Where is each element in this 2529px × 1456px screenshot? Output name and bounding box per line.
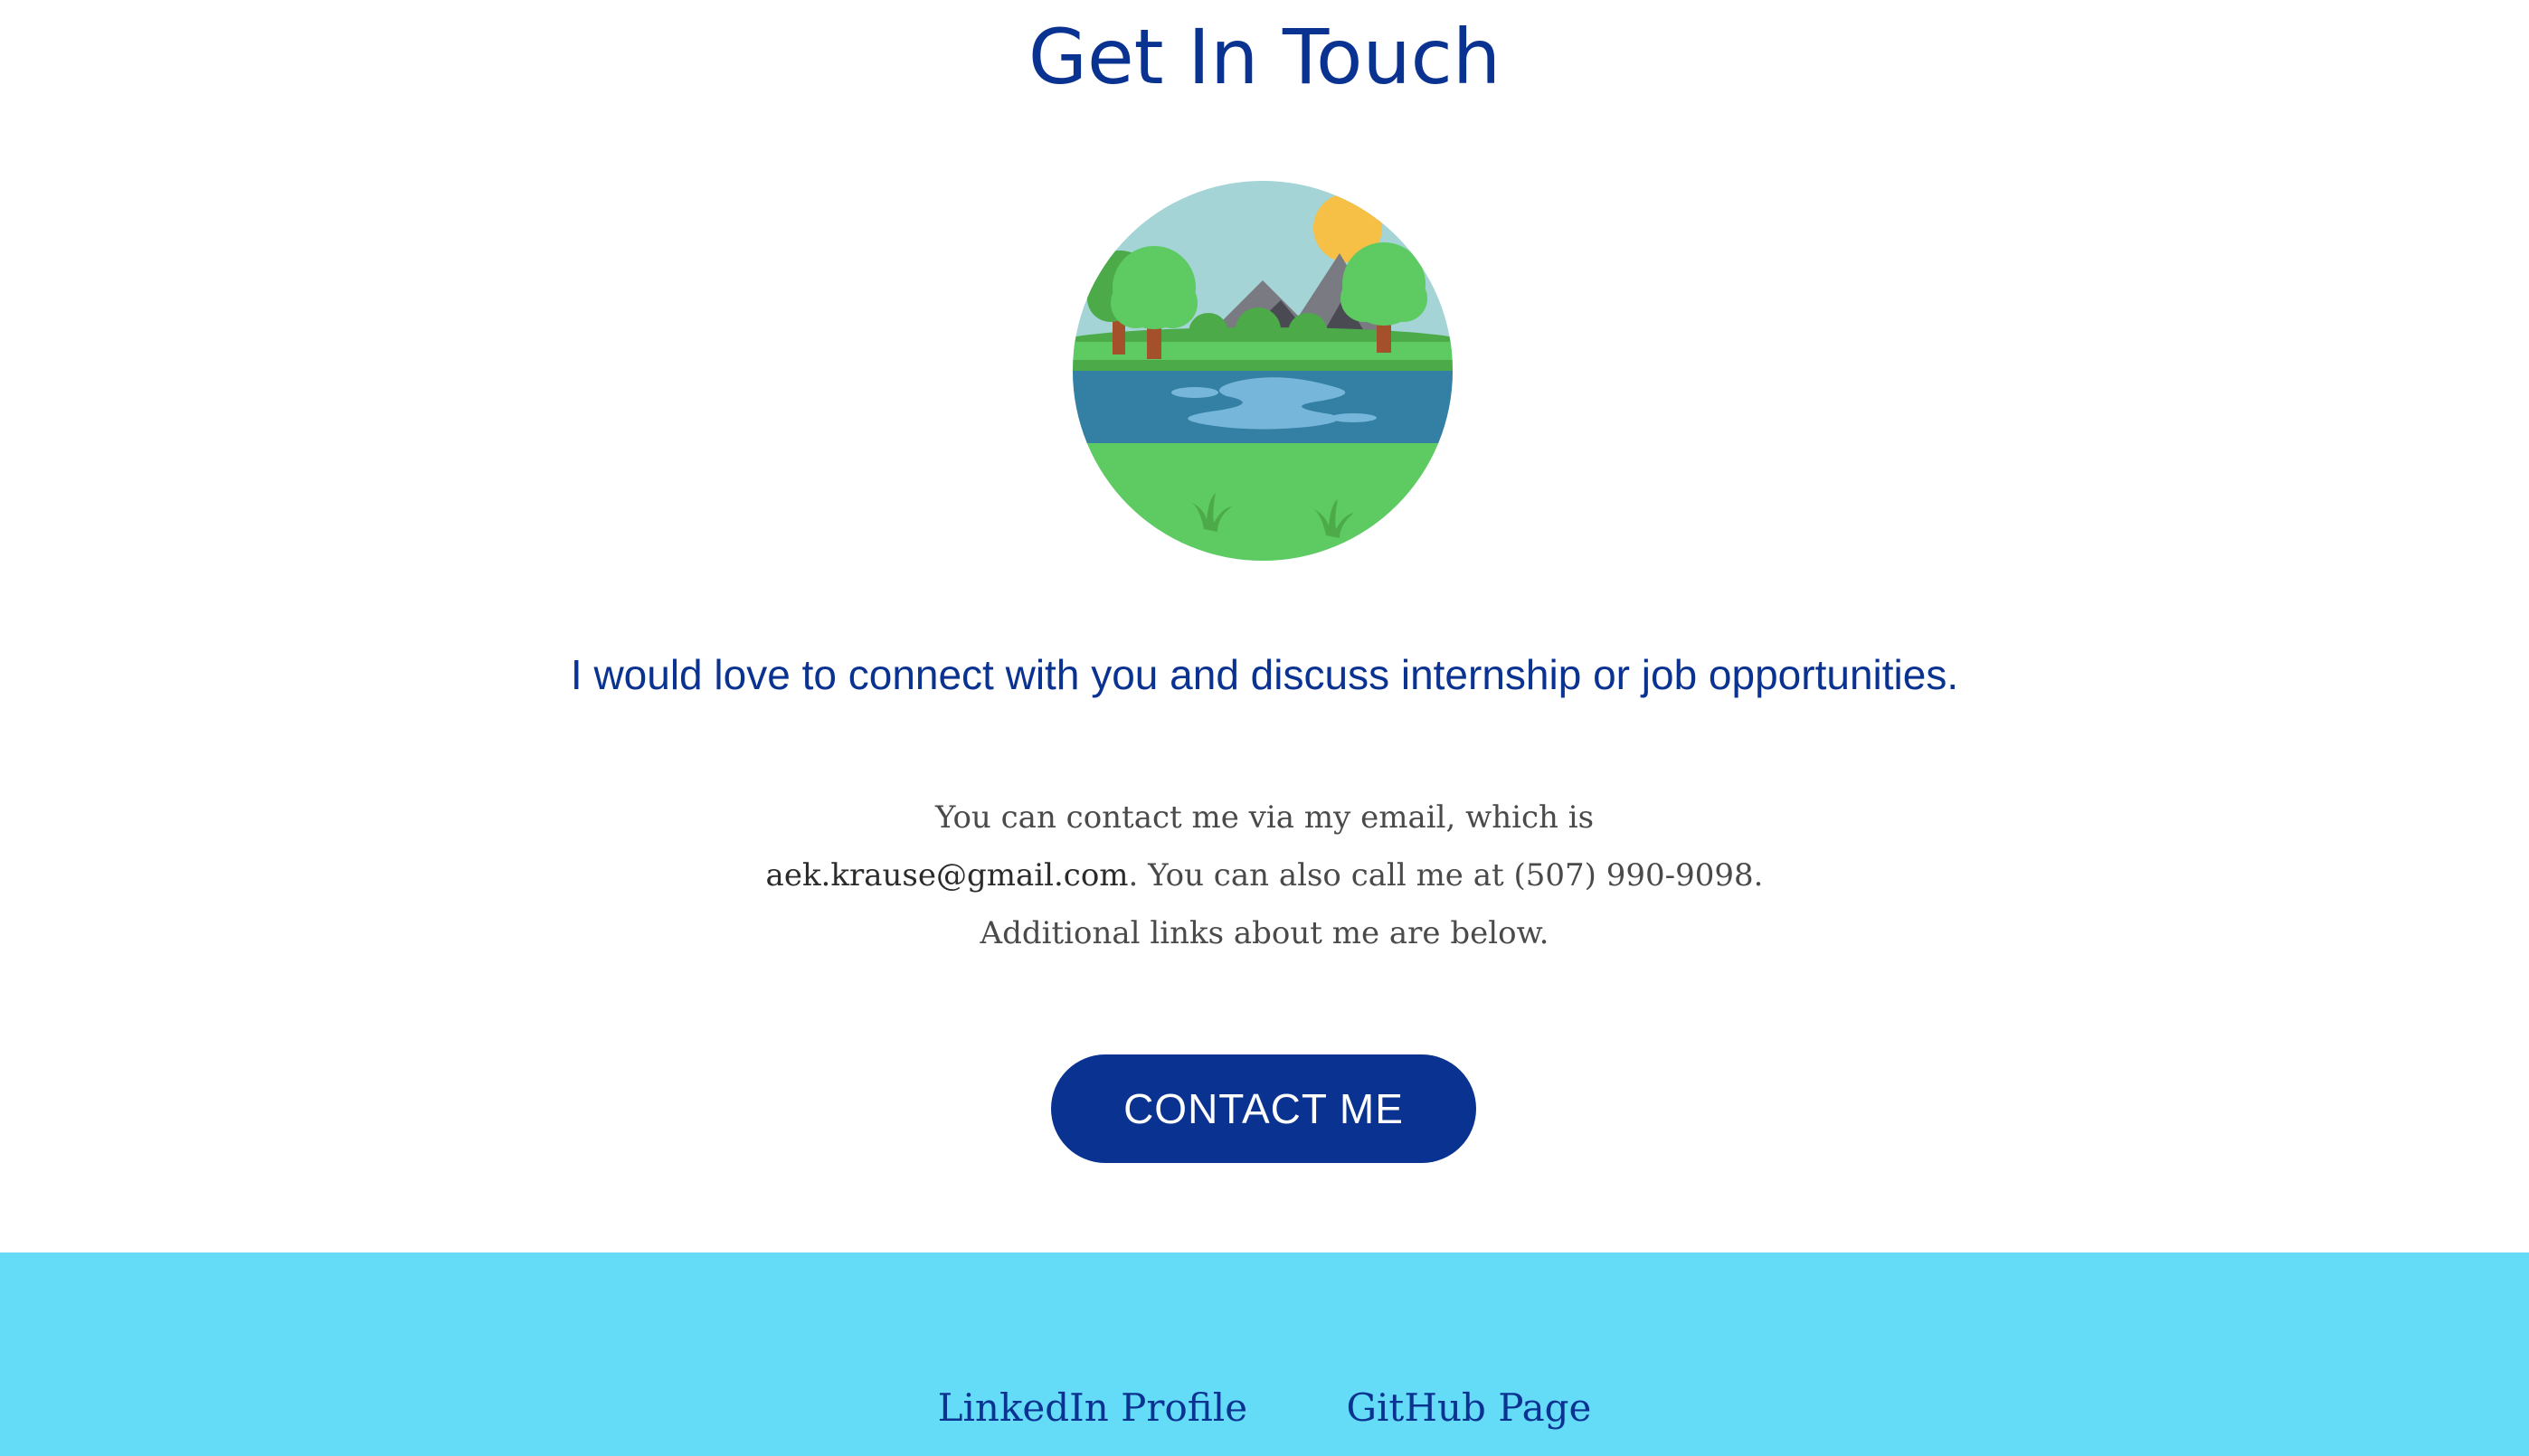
email-text: aek.krause@gmail.com bbox=[765, 857, 1129, 893]
contact-me-button[interactable]: CONTACT ME bbox=[1051, 1054, 1476, 1163]
page-title: Get In Touch bbox=[1028, 13, 1501, 101]
footer: LinkedIn Profile GitHub Page bbox=[0, 1253, 2529, 1456]
footer-links: LinkedIn Profile GitHub Page bbox=[0, 1381, 2529, 1435]
linkedin-profile-link[interactable]: LinkedIn Profile bbox=[938, 1385, 1247, 1430]
page: Get In Touch I would love to connect wit… bbox=[0, 0, 2529, 1456]
tagline: I would love to connect with you and dis… bbox=[570, 651, 1959, 698]
contact-section: Get In Touch I would love to connect wit… bbox=[0, 0, 2529, 1253]
landscape-illustration-icon bbox=[1073, 181, 1453, 561]
github-page-link[interactable]: GitHub Page bbox=[1346, 1385, 1591, 1430]
contact-info-prefix: You can contact me via my email, which i… bbox=[934, 799, 1595, 836]
contact-info-text: You can contact me via my email, which i… bbox=[758, 789, 1771, 962]
